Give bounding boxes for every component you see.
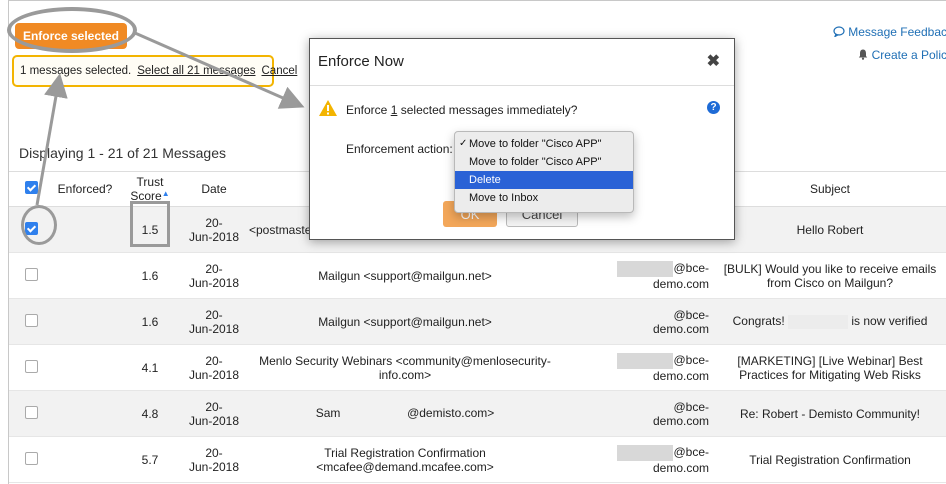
- row-checkbox[interactable]: [24, 359, 38, 373]
- date-cell: 20- Jun-2018: [183, 252, 245, 299]
- from-cell: Menlo Security Webinars <community@menlo…: [245, 344, 565, 391]
- displaying-count: Displaying 1 - 21 of 21 Messages: [19, 145, 226, 161]
- bell-icon: [858, 48, 871, 62]
- redacted-address: [617, 444, 674, 461]
- date-cell: 20- Jun-2018: [183, 206, 245, 253]
- highlight-ring: [21, 205, 57, 245]
- highlight-box: [130, 201, 170, 247]
- selection-count: 1 messages selected.: [20, 65, 132, 77]
- trust-score-cell: 5.7: [117, 436, 183, 483]
- select-all-header[interactable]: [9, 171, 53, 207]
- trust-score-cell: 1.6: [117, 298, 183, 345]
- table-row[interactable]: 1.6 20- Jun-2018 Mailgun <support@mailgu…: [9, 252, 946, 299]
- subject-cell: Re: Robert - Demisto Community!: [713, 390, 946, 437]
- dialog-question: Enforce 1 selected messages immediately?: [346, 103, 577, 117]
- from-text: <postmaster: [249, 222, 316, 237]
- from-cell: Mailgun <support@mailgun.net>: [245, 298, 565, 345]
- to-cell: @bce- demo.com: [565, 298, 713, 345]
- row-checkbox[interactable]: [24, 267, 38, 281]
- redacted-address: [617, 260, 674, 277]
- from-text: @demisto.com>: [407, 406, 495, 421]
- enforce-now-dialog: Enforce Now ✖ Enforce 1 selected message…: [309, 38, 735, 240]
- dropdown-option[interactable]: Move to folder "Cisco APP": [455, 153, 633, 171]
- dialog-title: Enforce Now: [318, 53, 404, 70]
- subject-text: is now verified: [851, 314, 928, 329]
- trust-score-cell: 4.8: [117, 390, 183, 437]
- header-checkbox[interactable]: [24, 181, 38, 194]
- sort-asc-icon: ▲: [161, 189, 170, 198]
- from-cell: Trial Registration Confirmation <mcafee@…: [245, 436, 565, 483]
- date-cell: 20- Jun-2018: [183, 298, 245, 345]
- question-text: Enforce: [346, 103, 391, 117]
- row-checkbox[interactable]: [24, 313, 38, 327]
- message-list-panel: Enforce selected 1 messages selected. Se…: [7, 0, 946, 484]
- redacted-text: [788, 314, 848, 329]
- enforced-cell: [53, 436, 117, 483]
- create-policy-label: Create a Polic: [871, 48, 946, 62]
- warning-icon: [318, 99, 338, 120]
- date-cell: 20- Jun-2018: [183, 390, 245, 437]
- dropdown-option[interactable]: Move to folder "Cisco APP": [455, 135, 633, 153]
- from-cell: Mailgun <support@mailgun.net>: [245, 252, 565, 299]
- highlight-ring: [7, 7, 137, 53]
- cancel-selection-link[interactable]: Cancel: [262, 65, 298, 77]
- table-row[interactable]: 4.1 20- Jun-2018 Menlo Security Webinars…: [9, 344, 946, 391]
- message-feedback-label: Message Feedbac: [848, 25, 946, 39]
- to-cell: @bce- demo.com: [565, 344, 713, 391]
- enforced-header[interactable]: Enforced?: [53, 171, 117, 207]
- subject-cell: Congrats! is now verified: [713, 298, 946, 345]
- create-policy-link[interactable]: Create a Polic: [833, 44, 946, 67]
- speech-bubble-icon: [833, 25, 848, 39]
- table-row[interactable]: 1.6 20- Jun-2018 Mailgun <support@mailgu…: [9, 298, 946, 345]
- enforcement-action-label: Enforcement action:: [346, 142, 453, 156]
- subject-text: Congrats!: [732, 314, 785, 329]
- divider: [310, 85, 734, 86]
- enforced-cell: [53, 206, 117, 253]
- select-all-link[interactable]: Select all 21 messages: [137, 65, 255, 77]
- to-cell: @bce- demo.com: [565, 390, 713, 437]
- selection-bar: 1 messages selected. Select all 21 messa…: [12, 55, 297, 87]
- subject-cell: [BULK] Would you like to receive emails …: [713, 252, 946, 299]
- date-cell: 20- Jun-2018: [183, 344, 245, 391]
- table-row[interactable]: 4.8 20- Jun-2018 Sam @demisto.com> @bce-…: [9, 390, 946, 437]
- trust-score-cell: 4.1: [117, 344, 183, 391]
- date-cell: 20- Jun-2018: [183, 436, 245, 483]
- enforced-cell: [53, 252, 117, 299]
- dropdown-option[interactable]: Move to Inbox: [455, 189, 633, 207]
- date-header[interactable]: Date: [183, 171, 245, 207]
- subject-cell: Hello Robert: [713, 206, 946, 253]
- trust-score-label: Trust Score: [130, 175, 164, 203]
- from-text: Sam: [315, 406, 341, 421]
- enforced-cell: [53, 298, 117, 345]
- enforced-cell: [53, 390, 117, 437]
- question-text: selected messages immediately?: [397, 103, 578, 117]
- subject-cell: Trial Registration Confirmation: [713, 436, 946, 483]
- top-links: Message Feedbac Create a Polic: [833, 21, 946, 67]
- subject-cell: [MARKETING] [Live Webinar] Best Practice…: [713, 344, 946, 391]
- redacted-text: [343, 406, 404, 421]
- trust-score-cell: 1.6: [117, 252, 183, 299]
- message-feedback-link[interactable]: Message Feedbac: [833, 21, 946, 44]
- from-cell: Sam @demisto.com>: [245, 390, 565, 437]
- enforcement-action-dropdown[interactable]: Move to folder "Cisco APP" Move to folde…: [454, 131, 634, 213]
- to-domain: @bce- demo.com: [652, 399, 709, 428]
- row-checkbox[interactable]: [24, 451, 38, 465]
- info-icon[interactable]: ?: [707, 101, 720, 114]
- to-cell: @bce- demo.com: [565, 252, 713, 299]
- table-row[interactable]: 5.7 20- Jun-2018 Trial Registration Conf…: [9, 436, 946, 483]
- close-icon[interactable]: ✖: [707, 51, 720, 71]
- to-domain: @bce- demo.com: [652, 307, 709, 336]
- subject-header[interactable]: Subject: [713, 171, 946, 207]
- row-checkbox[interactable]: [24, 405, 38, 419]
- to-cell: @bce- demo.com: [565, 436, 713, 483]
- dropdown-option-delete[interactable]: Delete: [455, 171, 633, 189]
- redacted-address: [617, 352, 674, 369]
- enforced-cell: [53, 344, 117, 391]
